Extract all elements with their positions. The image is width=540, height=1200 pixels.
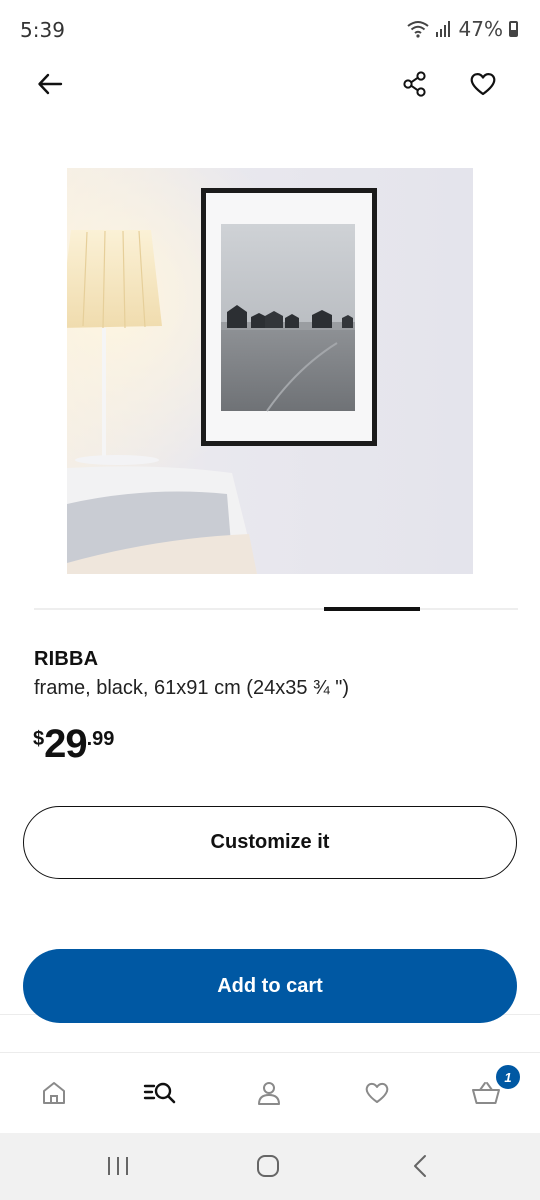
heart-icon: [470, 73, 496, 96]
status-time: 5:39: [20, 18, 65, 42]
nav-search[interactable]: [130, 1065, 190, 1121]
nav-favorites[interactable]: [347, 1065, 407, 1121]
share-button[interactable]: [393, 62, 437, 106]
product-photo: [67, 168, 473, 574]
customize-button[interactable]: Customize it: [23, 806, 517, 879]
wifi-icon: [406, 21, 429, 38]
profile-icon: [258, 1082, 280, 1105]
recents-icon: [108, 1157, 128, 1175]
price-currency: $: [33, 728, 45, 750]
search-list-icon: [143, 1082, 176, 1104]
system-nav-bar: [0, 1133, 540, 1200]
price-decimal: .99: [86, 728, 115, 750]
arrow-left-icon: [38, 73, 63, 95]
product-price: $ 29 .99: [33, 722, 114, 766]
top-bar: [0, 60, 540, 110]
battery-icon: [509, 21, 518, 37]
heart-icon: [365, 1082, 389, 1103]
carousel-track: [34, 608, 518, 610]
share-icon: [403, 71, 426, 97]
carousel-active-indicator: [324, 607, 420, 611]
chevron-left-icon: [414, 1155, 426, 1177]
nav-home[interactable]: [24, 1065, 84, 1121]
product-description: frame, black, 61x91 cm (24x35 ¾ "): [34, 677, 350, 699]
home-circle-icon: [257, 1155, 279, 1177]
favorite-button[interactable]: [461, 62, 505, 106]
battery-percent: 47%: [458, 17, 503, 41]
nav-profile[interactable]: [239, 1065, 299, 1121]
price-integer: 29: [44, 722, 87, 766]
status-icons: 47%: [406, 17, 518, 41]
status-bar: 5:39 47%: [0, 0, 540, 60]
back-system-button[interactable]: [390, 1143, 450, 1189]
recents-button[interactable]: [88, 1143, 148, 1189]
signal-icon: [435, 21, 450, 37]
bottom-nav: [0, 1053, 540, 1133]
product-image[interactable]: [67, 168, 473, 574]
cart-badge: 1: [494, 1063, 522, 1091]
back-button[interactable]: [28, 62, 72, 106]
home-system-button[interactable]: [238, 1143, 298, 1189]
home-icon: [43, 1082, 65, 1104]
add-to-cart-button[interactable]: Add to cart: [23, 949, 517, 1023]
product-name: RIBBA: [34, 648, 99, 670]
